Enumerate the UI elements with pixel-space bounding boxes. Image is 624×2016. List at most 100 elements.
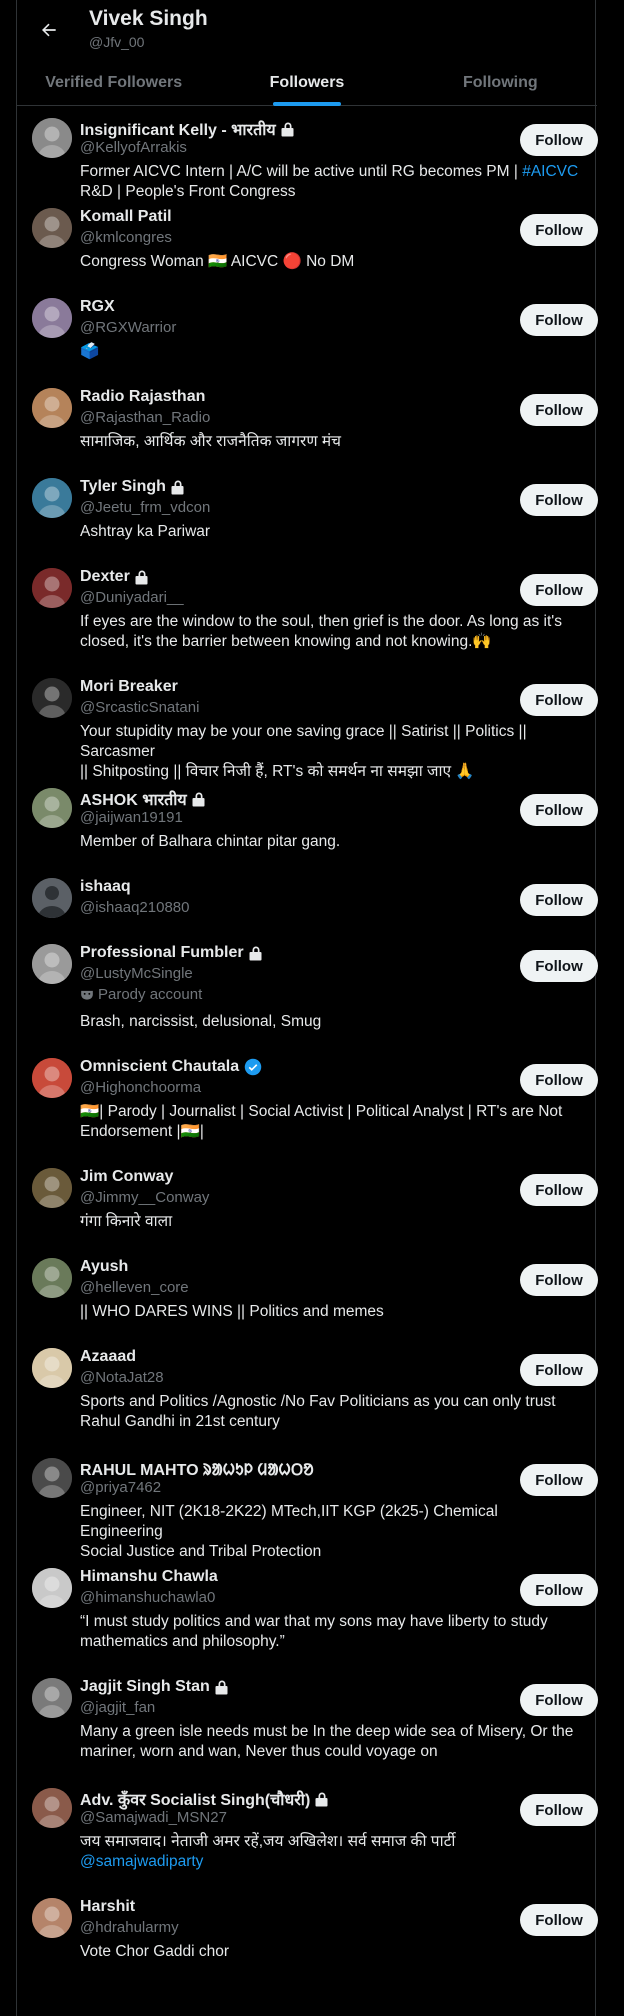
tab-followers[interactable]: Followers (210, 60, 403, 106)
avatar[interactable] (32, 1788, 72, 1828)
follow-button[interactable]: Follow (520, 884, 598, 916)
avatar-image (32, 1058, 72, 1098)
follow-button[interactable]: Follow (520, 1904, 598, 1936)
user-handle[interactable]: @himanshuchawla0 (80, 1589, 215, 1606)
follow-button[interactable]: Follow (520, 484, 598, 516)
user-handle[interactable]: @hdrahularmy (80, 1919, 179, 1936)
user-handle[interactable]: @Jimmy__Conway (80, 1189, 209, 1206)
avatar[interactable] (32, 1458, 72, 1498)
user-handle[interactable]: @Rajasthan_Radio (80, 409, 210, 426)
user-name[interactable]: Jagjit Singh Stan (80, 1678, 210, 1696)
tab-following[interactable]: Following (404, 60, 597, 106)
user-handle[interactable]: @SrcasticSnatani (80, 699, 199, 716)
follow-button[interactable]: Follow (520, 304, 598, 336)
name-row: Tyler Singh (80, 478, 185, 496)
follow-button[interactable]: Follow (520, 794, 598, 826)
follow-button[interactable]: Follow (520, 394, 598, 426)
app: Vivek Singh @Jfv_00 Verified Followers F… (0, 0, 624, 2016)
bio-link[interactable]: @samajwadiparty (80, 1853, 203, 1870)
avatar[interactable] (32, 1898, 72, 1938)
avatar[interactable] (32, 1168, 72, 1208)
avatar[interactable] (32, 944, 72, 984)
user-handle[interactable]: @jaijwan19191 (80, 809, 183, 826)
avatar[interactable] (32, 478, 72, 518)
avatar-image (32, 1258, 72, 1298)
user-handle[interactable]: @Duniyadari__ (80, 589, 184, 606)
avatar[interactable] (32, 298, 72, 338)
follow-button[interactable]: Follow (520, 1684, 598, 1716)
user-name[interactable]: ishaaq (80, 878, 131, 896)
bio-link[interactable]: #AICVC (522, 163, 578, 180)
user-handle[interactable]: @NotaJat28 (80, 1369, 164, 1386)
avatar-image (32, 298, 72, 338)
follow-button[interactable]: Follow (520, 214, 598, 246)
user-handle[interactable]: @Samajwadi_MSN27 (80, 1809, 227, 1826)
user-name[interactable]: Azaaad (80, 1348, 136, 1366)
user-name[interactable]: Insignificant Kelly - भारतीय (80, 118, 276, 140)
avatar[interactable] (32, 678, 72, 718)
user-bio: Vote Chor Gaddi chor (80, 1942, 580, 1962)
follow-button[interactable]: Follow (520, 1574, 598, 1606)
avatar[interactable] (32, 1258, 72, 1298)
follow-button[interactable]: Follow (520, 1064, 598, 1096)
user-name[interactable]: Komall Patil (80, 208, 172, 226)
user-name[interactable]: Omniscient Chautala (80, 1058, 239, 1076)
follow-button[interactable]: Follow (520, 1794, 598, 1826)
user-name[interactable]: ASHOK भारतीय (80, 788, 187, 810)
avatar[interactable] (32, 878, 72, 918)
avatar[interactable] (32, 1348, 72, 1388)
follow-button[interactable]: Follow (520, 684, 598, 716)
user-bio: जय समाजवाद। नेताजी अमर रहें,जय अखिलेश। स… (80, 1832, 580, 1872)
user-name[interactable]: RAHUL MAHTO ᱨᱟᱦᱩᱞ ᱢᱟᱦᱛᱚ (80, 1458, 314, 1480)
bio-text-line-2: Social Justice and Tribal Protection (80, 1543, 322, 1560)
avatar[interactable] (32, 568, 72, 608)
user-name[interactable]: Harshit (80, 1898, 135, 1916)
back-button[interactable] (31, 12, 67, 48)
user-name[interactable]: RGX (80, 298, 115, 316)
user-handle[interactable]: @ishaaq210880 (80, 899, 189, 916)
avatar[interactable] (32, 118, 72, 158)
user-handle[interactable]: @priya7462 (80, 1479, 161, 1496)
avatar-image (32, 208, 72, 248)
bio-text-line-2: || Shitposting || विचार निजी हैं, RT's क… (80, 763, 475, 780)
tab-verified-followers[interactable]: Verified Followers (17, 60, 210, 106)
follow-button[interactable]: Follow (520, 574, 598, 606)
follow-button[interactable]: Follow (520, 1264, 598, 1296)
follow-button[interactable]: Follow (520, 950, 598, 982)
user-name[interactable]: Radio Rajasthan (80, 388, 205, 406)
user-handle[interactable]: @Highonchoorma (80, 1079, 201, 1096)
name-row: Adv. कुँवर Socialist Singh(चौधरी) (80, 1788, 329, 1810)
user-handle[interactable]: @Jeetu_frm_vdcon (80, 499, 210, 516)
user-handle[interactable]: @jagjit_fan (80, 1699, 155, 1716)
follow-button[interactable]: Follow (520, 1354, 598, 1386)
avatar[interactable] (32, 1568, 72, 1608)
user-handle[interactable]: @KellyofArrakis (80, 139, 187, 156)
user-handle[interactable]: @helleven_core (80, 1279, 189, 1296)
bio-text: Engineer, NIT (2K18-2K22) MTech,IIT KGP … (80, 1503, 498, 1540)
user-handle[interactable]: @RGXWarrior (80, 319, 176, 336)
avatar[interactable] (32, 208, 72, 248)
user-handle[interactable]: @LustyMcSingle (80, 965, 193, 982)
avatar-image (32, 678, 72, 718)
user-name[interactable]: Himanshu Chawla (80, 1568, 218, 1586)
user-handle[interactable]: @kmlcongres (80, 229, 172, 246)
name-row: Azaaad (80, 1348, 136, 1366)
user-name[interactable]: Jim Conway (80, 1168, 173, 1186)
avatar[interactable] (32, 388, 72, 428)
avatar[interactable] (32, 1678, 72, 1718)
profile-handle: @Jfv_00 (89, 34, 145, 50)
bio-text-line-2: mariner, worn and wan, Never thus could … (80, 1743, 438, 1760)
user-name[interactable]: Mori Breaker (80, 678, 178, 696)
user-name[interactable]: Ayush (80, 1258, 128, 1276)
user-bio: 🗳️ (80, 342, 580, 362)
user-name[interactable]: Adv. कुँवर Socialist Singh(चौधरी) (80, 1788, 310, 1810)
follow-button[interactable]: Follow (520, 1464, 598, 1496)
follow-button[interactable]: Follow (520, 1174, 598, 1206)
avatar[interactable] (32, 1058, 72, 1098)
avatar[interactable] (32, 788, 72, 828)
user-name[interactable]: Tyler Singh (80, 478, 166, 496)
user-name[interactable]: Professional Fumbler (80, 944, 244, 962)
follow-button[interactable]: Follow (520, 124, 598, 156)
avatar-image (32, 944, 72, 984)
user-name[interactable]: Dexter (80, 568, 130, 586)
